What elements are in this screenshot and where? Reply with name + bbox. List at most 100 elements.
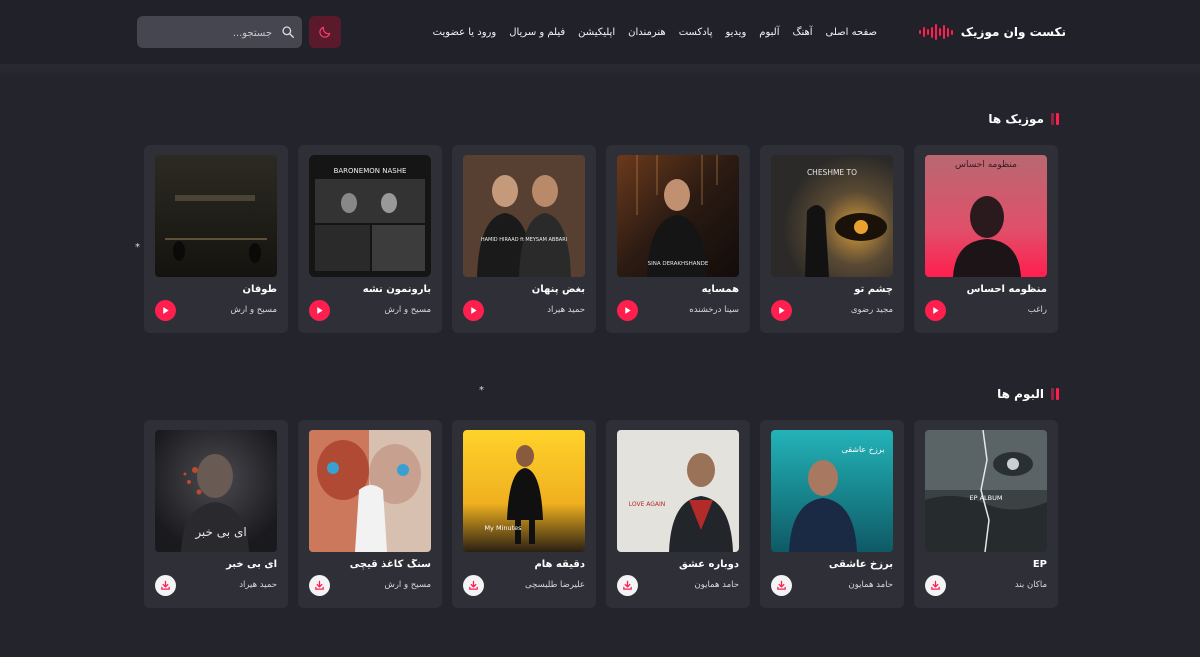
main-nav: صفحه اصلی آهنگ آلبوم ویدیو پادکست هنرمند… [433,22,877,42]
play-button[interactable] [925,300,946,321]
artist-name[interactable]: راغب [954,305,1047,315]
artist-name[interactable]: حامد همایون [800,580,893,590]
download-icon [469,580,478,590]
svg-text:SINA DERAKHSHANDE: SINA DERAKHSHANDE [648,261,709,267]
cover-image: LOVE AGAIN [617,430,739,552]
nav-podcast[interactable]: پادکست [679,27,713,38]
music-card[interactable]: طوفان مسیح و آرش [144,145,288,333]
search-input[interactable] [150,23,274,43]
download-icon [777,580,786,590]
download-icon [161,580,170,590]
site-header: نکست وان موزیک صفحه اصلی آهنگ آلبوم ویدی… [0,0,1200,78]
artist-name[interactable]: مسیح و آرش [184,305,277,315]
play-button[interactable] [309,300,330,321]
artist-name[interactable]: مسیح و آرش [338,305,431,315]
artist-name[interactable]: مجید رضوی [800,305,893,315]
music-card[interactable]: CHESHME TO چشم تو مجید رضوی [760,145,904,333]
svg-text:برزخ عاشقی: برزخ عاشقی [842,445,885,454]
download-button[interactable] [463,575,484,596]
cover-image: SINA DERAKHSHANDE [617,155,739,277]
search-box [137,16,302,48]
artist-name[interactable]: علیرضا طلیسچی [492,580,585,590]
album-title[interactable]: EP [925,559,1047,570]
cover-image: ای بی خبر [155,430,277,552]
music-section-heading: موزیک ها [988,112,1044,126]
song-title[interactable]: همسایه [617,284,739,295]
play-icon [163,307,169,314]
play-button[interactable] [463,300,484,321]
cover-image: منظومه احساس [925,155,1047,277]
search-icon[interactable] [281,25,295,39]
svg-text:CHESHME TO: CHESHME TO [807,168,857,177]
song-title[interactable]: بارونمون نشه [309,284,431,295]
album-card[interactable]: * برزخ عاشقی برزخ عاشقی حامد همایون [760,420,904,608]
song-title[interactable]: بغض پنهان [463,284,585,295]
download-icon [315,580,324,590]
artist-name[interactable]: حمید هیراد [184,580,277,590]
artist-name[interactable]: سینا درخشنده [646,305,739,315]
play-button[interactable] [617,300,638,321]
music-card[interactable]: HAMID HIRAAD ft MEYSAM ABBARI بغض پنهان … [452,145,596,333]
download-button[interactable] [925,575,946,596]
header-shadow [0,64,1200,78]
albums-section-title: البوم ها [997,384,1059,404]
nav-application[interactable]: اپلیکیشن [578,27,615,38]
svg-text:LOVE AGAIN: LOVE AGAIN [629,501,666,508]
music-card[interactable]: BARONEMON NASHE بارونمون نشه مسیح و آرش [298,145,442,333]
section-marker-icon [1051,388,1059,400]
album-card[interactable]: سنگ کاغذ قیچی مسیح و آرش [298,420,442,608]
svg-text:HAMID HIRAAD ft MEYSAM ABBARI: HAMID HIRAAD ft MEYSAM ABBARI [481,237,567,243]
play-button[interactable] [155,300,176,321]
play-icon [471,307,477,314]
play-icon [933,307,939,314]
brand-logo[interactable]: نکست وان موزیک [918,20,1066,44]
artist-name[interactable]: مسیح و آرش [338,580,431,590]
album-card[interactable]: EP ALBUM EP ماکان بند [914,420,1058,608]
svg-text:ای بی خبر: ای بی خبر [194,525,246,540]
nav-artists[interactable]: هنرمندان [628,27,666,38]
song-title[interactable]: منظومه احساس [925,284,1047,295]
cover-image: CHESHME TO [771,155,893,277]
album-title[interactable]: سنگ کاغذ قیچی [309,559,431,570]
cover-image: My Minutes [463,430,585,552]
download-icon [623,580,632,590]
play-icon [779,307,785,314]
download-button[interactable] [309,575,330,596]
music-card[interactable]: SINA DERAKHSHANDE همسایه سینا درخشنده [606,145,750,333]
svg-text:BARONEMON NASHE: BARONEMON NASHE [334,167,407,175]
nav-movies-series[interactable]: فیلم و سریال [509,27,565,38]
album-title[interactable]: ای بی خبر [155,559,277,570]
song-title[interactable]: چشم تو [771,284,893,295]
album-card[interactable]: ای بی خبر ای بی خبر حمید هیراد [144,420,288,608]
artist-name[interactable]: ماکان بند [954,580,1047,590]
download-button[interactable] [771,575,792,596]
theme-toggle-button[interactable] [309,16,341,48]
album-card[interactable]: My Minutes دقیقه هام علیرضا طلیسچی [452,420,596,608]
play-button[interactable] [771,300,792,321]
sound-wave-icon [918,23,953,41]
brand-name: نکست وان موزیک [960,25,1066,39]
download-icon [931,580,940,590]
music-section-title: موزیک ها [988,109,1059,129]
album-title[interactable]: برزخ عاشقی [771,559,893,570]
asterisk-mark: * [479,385,484,396]
artist-name[interactable]: حمید هیراد [492,305,585,315]
svg-text:EP ALBUM: EP ALBUM [970,494,1003,502]
svg-text:My Minutes: My Minutes [484,524,522,532]
cover-image [155,155,277,277]
nav-login-register[interactable]: ورود یا عضویت [433,27,497,38]
album-title[interactable]: دوباره عشق [617,559,739,570]
music-card[interactable]: منظومه احساس منظومه احساس راغب [914,145,1058,333]
music-list: منظومه احساس منظومه احساس راغب CHESHME T… [142,145,1058,333]
download-button[interactable] [155,575,176,596]
album-card[interactable]: LOVE AGAIN دوباره عشق حامد همایون [606,420,750,608]
song-title[interactable]: طوفان [155,284,277,295]
nav-home[interactable]: صفحه اصلی [826,27,877,38]
nav-albums[interactable]: آلبوم [759,27,779,38]
download-button[interactable] [617,575,638,596]
nav-video[interactable]: ویدیو [725,27,746,38]
album-title[interactable]: دقیقه هام [463,559,585,570]
moon-icon [319,26,331,38]
artist-name[interactable]: حامد همایون [646,580,739,590]
nav-songs[interactable]: آهنگ [793,27,813,38]
